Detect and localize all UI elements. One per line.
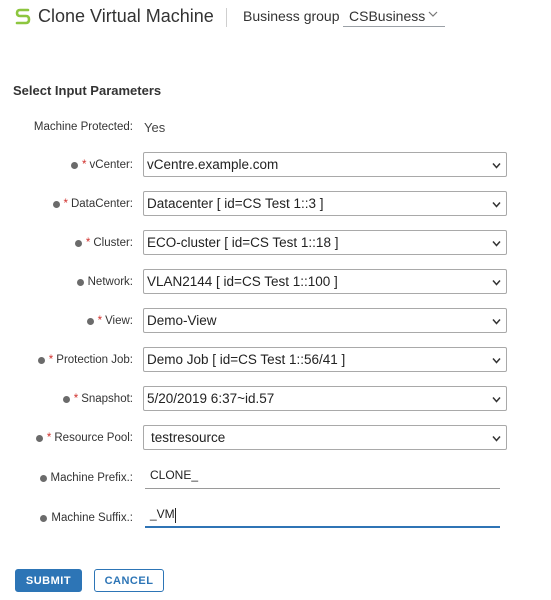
required-marker: * [73, 393, 79, 405]
info-icon[interactable] [37, 356, 45, 364]
protection-job-label: * Protection Job: [37, 354, 133, 366]
row-view: * View: Demo-View [0, 308, 551, 338]
app-header: Clone Virtual Machine Business group CSB… [0, 0, 551, 36]
machine-suffix-label: Machine Suffix.: [40, 512, 133, 524]
network-select[interactable]: VLAN2144 [ id=CS Test 1::100 ] [143, 269, 507, 294]
row-snapshot: * Snapshot: 5/20/2019 6:37~id.57 [0, 386, 551, 416]
section-title: Select Input Parameters [13, 83, 162, 98]
chevron-down-icon [492, 163, 501, 169]
page-title: Clone Virtual Machine [38, 6, 214, 26]
view-select[interactable]: Demo-View [143, 308, 507, 333]
info-icon[interactable] [71, 161, 79, 169]
info-icon[interactable] [62, 395, 70, 403]
row-network: Network: VLAN2144 [ id=CS Test 1::100 ] [0, 269, 551, 299]
snapshot-label: * Snapshot: [62, 393, 133, 405]
info-icon[interactable] [86, 317, 94, 325]
required-marker: * [97, 315, 103, 327]
info-icon[interactable] [76, 278, 84, 286]
datacenter-value: Datacenter [ id=CS Test 1::3 ] [147, 196, 324, 211]
row-datacenter: * DataCenter: Datacenter [ id=CS Test 1:… [0, 191, 551, 221]
chevron-down-icon [492, 358, 501, 364]
datacenter-select[interactable]: Datacenter [ id=CS Test 1::3 ] [143, 191, 507, 216]
info-icon[interactable] [52, 200, 60, 208]
view-label: * View: [86, 315, 133, 327]
view-value: Demo-View [147, 313, 217, 328]
required-marker: * [48, 354, 54, 366]
vcenter-label: * vCenter: [71, 159, 133, 171]
network-label: Network: [76, 276, 133, 288]
row-machine-suffix: Machine Suffix.: _VM [0, 502, 551, 532]
required-marker: * [63, 198, 68, 210]
info-icon[interactable] [40, 514, 48, 522]
business-group-label: Business group [243, 8, 340, 24]
row-resource-pool: * Resource Pool: testresource [0, 425, 551, 455]
snapshot-value: 5/20/2019 6:37~id.57 [147, 391, 275, 406]
machine-suffix-value: _VM [150, 507, 175, 521]
chevron-down-icon [492, 319, 501, 325]
vcenter-value: vCentre.example.com [147, 157, 279, 172]
protection-job-select[interactable]: Demo Job [ id=CS Test 1::56/41 ] [143, 347, 507, 372]
machine-prefix-input[interactable]: CLONE_ [145, 463, 500, 489]
chevron-down-icon [492, 280, 501, 286]
resource-pool-label: * Resource Pool: [35, 432, 133, 444]
row-machine-protected: Machine Protected: Yes [0, 115, 551, 145]
row-machine-prefix: Machine Prefix.: CLONE_ [0, 463, 551, 493]
protection-job-value: Demo Job [ id=CS Test 1::56/41 ] [147, 352, 346, 367]
cancel-button[interactable]: CANCEL [94, 569, 164, 592]
s-logo-icon [15, 8, 31, 25]
row-protection-job: * Protection Job: Demo Job [ id=CS Test … [0, 347, 551, 377]
resource-pool-select[interactable]: testresource [143, 425, 507, 450]
business-group-select[interactable]: CSBusiness [343, 4, 445, 27]
chevron-down-icon [492, 436, 501, 442]
info-icon[interactable] [39, 474, 47, 482]
row-vcenter: * vCenter: vCentre.example.com [0, 152, 551, 182]
snapshot-select[interactable]: 5/20/2019 6:37~id.57 [143, 386, 507, 411]
cluster-label: * Cluster: [74, 237, 133, 249]
chevron-down-icon [492, 397, 501, 403]
row-cluster: * Cluster: ECO-cluster [ id=CS Test 1::1… [0, 230, 551, 260]
network-value: VLAN2144 [ id=CS Test 1::100 ] [147, 274, 338, 289]
vcenter-select[interactable]: vCentre.example.com [143, 152, 507, 177]
cluster-value: ECO-cluster [ id=CS Test 1::18 ] [147, 235, 339, 250]
machine-prefix-value: CLONE_ [150, 468, 199, 482]
info-icon[interactable] [35, 434, 43, 442]
chevron-down-icon [428, 11, 438, 17]
machine-suffix-input[interactable]: _VM [145, 502, 500, 528]
chevron-down-icon [492, 241, 501, 247]
datacenter-label: * DataCenter: [52, 198, 133, 210]
resource-pool-value: testresource [151, 430, 226, 445]
info-icon[interactable] [74, 239, 82, 247]
business-group-value: CSBusiness [349, 8, 426, 24]
header-divider [226, 8, 227, 27]
machine-prefix-label: Machine Prefix.: [39, 472, 133, 484]
machine-protected-label: Machine Protected: [33, 121, 133, 133]
chevron-down-icon [492, 202, 501, 208]
cluster-select[interactable]: ECO-cluster [ id=CS Test 1::18 ] [143, 230, 507, 255]
required-marker: * [46, 432, 52, 444]
required-marker: * [82, 159, 87, 171]
text-cursor [175, 508, 176, 523]
machine-protected-value: Yes [144, 120, 166, 135]
required-marker: * [85, 237, 91, 249]
submit-button[interactable]: SUBMIT [15, 569, 82, 592]
